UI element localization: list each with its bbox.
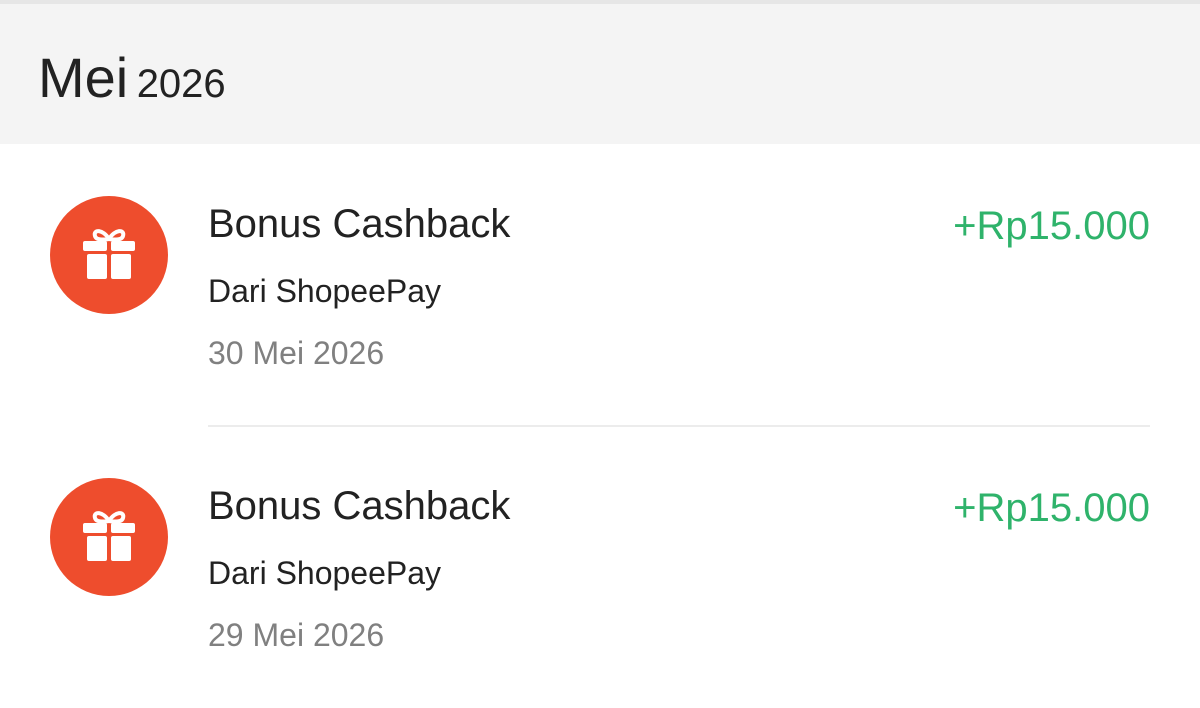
transaction-date: 30 Mei 2026 bbox=[208, 335, 385, 371]
gift-icon bbox=[50, 196, 168, 314]
gift-icon-glyph bbox=[83, 229, 135, 279]
transaction-title: Bonus Cashback bbox=[208, 484, 511, 528]
transaction-source: Dari ShopeePay bbox=[208, 555, 442, 591]
transaction-amount: +Rp15.000 bbox=[953, 204, 1150, 248]
month-year: 2026 bbox=[136, 62, 226, 106]
month-name: Mei bbox=[38, 46, 129, 109]
transaction-title: Bonus Cashback bbox=[208, 202, 511, 246]
transaction-amount: +Rp15.000 bbox=[953, 486, 1150, 530]
transaction-item[interactable]: Bonus Cashback Dari ShopeePay 30 Mei 202… bbox=[0, 144, 1200, 427]
transaction-item[interactable]: Bonus Cashback Dari ShopeePay 29 Mei 202… bbox=[0, 426, 1200, 708]
month-title: Mei 2026 bbox=[38, 50, 226, 106]
gift-icon bbox=[50, 478, 168, 596]
month-section-header: Mei 2026 bbox=[0, 4, 1200, 144]
transaction-date: 29 Mei 2026 bbox=[208, 617, 385, 653]
transaction-source: Dari ShopeePay bbox=[208, 273, 442, 309]
transaction-list: Bonus Cashback Dari ShopeePay 30 Mei 202… bbox=[0, 144, 1200, 705]
gift-icon-glyph bbox=[83, 511, 135, 561]
